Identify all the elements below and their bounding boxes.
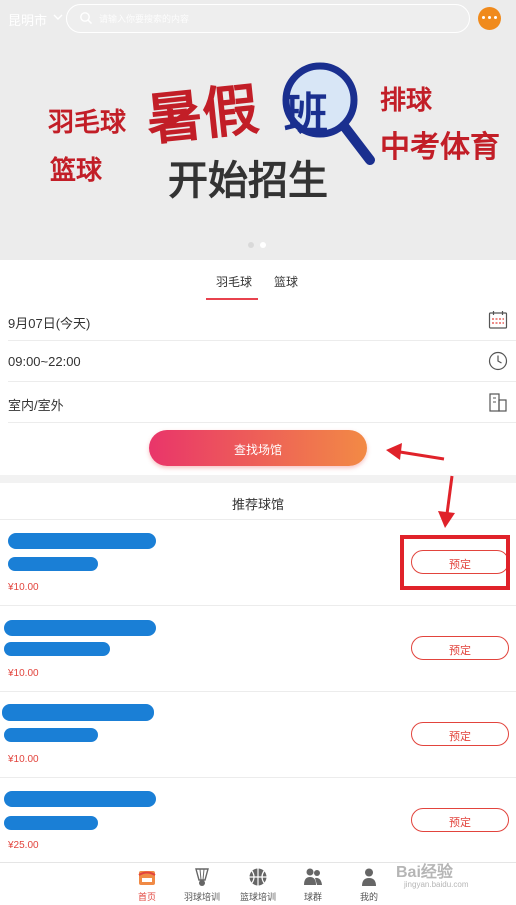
find-venue-label: 查找场馆 bbox=[233, 443, 282, 457]
watermark-url: jingyan.baidu.com bbox=[404, 880, 469, 889]
tab-basketball[interactable]: 篮球 bbox=[274, 273, 298, 290]
carousel-indicator bbox=[246, 242, 270, 248]
date-value: 9月07日(今天) bbox=[8, 316, 91, 331]
basketball-icon bbox=[249, 868, 267, 886]
nav-label: 首页 bbox=[137, 892, 156, 902]
watermark-brand: Bai经验 bbox=[396, 864, 453, 881]
person-icon bbox=[362, 868, 376, 886]
banner-word-enrollment: 开始招生 bbox=[168, 158, 328, 204]
venue-item[interactable]: ¥25.00 预定 bbox=[0, 778, 516, 864]
time-value: 09:00~22:00 bbox=[8, 354, 81, 369]
nav-label: 篮球培训 bbox=[239, 892, 276, 902]
recommended-title: 推荐球馆 bbox=[231, 497, 284, 512]
clock-icon bbox=[488, 351, 508, 371]
arrow-left-icon bbox=[386, 443, 402, 460]
building-icon bbox=[489, 393, 507, 412]
redaction-mark bbox=[4, 816, 98, 830]
banner-word-summer: 暑假 bbox=[143, 77, 262, 154]
chevron-down-icon[interactable] bbox=[53, 12, 63, 22]
carousel-dot-active[interactable] bbox=[260, 242, 266, 248]
banner-word-class: 班 bbox=[284, 89, 328, 140]
location-value: 室内/室外 bbox=[8, 398, 64, 413]
redaction-mark bbox=[4, 642, 110, 656]
venue-item[interactable]: ¥10.00 预定 bbox=[0, 606, 516, 692]
redaction-mark bbox=[2, 704, 154, 721]
redaction-mark bbox=[8, 557, 98, 571]
nav-label: 羽球培训 bbox=[183, 892, 220, 902]
sport-tabs: 羽毛球 篮球 bbox=[0, 260, 516, 300]
carousel-dot[interactable] bbox=[248, 242, 254, 248]
venue-item[interactable]: ¥10.00 预定 bbox=[0, 520, 516, 606]
nav-item-mine[interactable]: 我的 bbox=[344, 865, 394, 905]
redaction-mark bbox=[4, 620, 156, 636]
banner-word-basketball: 篮球 bbox=[50, 156, 103, 186]
book-button[interactable]: 预定 bbox=[411, 636, 509, 660]
group-icon bbox=[304, 868, 322, 885]
venue-price: ¥10.00 bbox=[8, 668, 39, 679]
book-button[interactable]: 预定 bbox=[411, 722, 509, 746]
book-label: 预定 bbox=[449, 645, 471, 657]
message-button[interactable] bbox=[478, 7, 501, 30]
book-label: 预定 bbox=[449, 559, 471, 571]
search-input[interactable]: 请输入你要搜索的内容 bbox=[66, 4, 470, 33]
book-button[interactable]: 预定 bbox=[411, 550, 509, 574]
nav-item-basketball-training[interactable]: 篮球培训 bbox=[233, 865, 283, 905]
venue-price: ¥10.00 bbox=[8, 754, 39, 765]
search-placeholder: 请输入你要搜索的内容 bbox=[99, 14, 190, 24]
redaction-mark bbox=[4, 728, 98, 742]
banner-word-badminton: 羽毛球 bbox=[48, 108, 127, 138]
banner-word-volleyball: 排球 bbox=[380, 86, 433, 116]
book-button[interactable]: 预定 bbox=[411, 808, 509, 832]
chat-bubble-icon bbox=[482, 16, 497, 21]
nav-item-groups[interactable]: 球群 bbox=[288, 865, 338, 905]
location-row[interactable]: 室内/室外 bbox=[8, 382, 516, 423]
venue-item[interactable]: ¥10.00 预定 bbox=[0, 692, 516, 778]
city-selector[interactable]: 昆明市 bbox=[8, 10, 47, 29]
tab-badminton[interactable]: 羽毛球 bbox=[216, 273, 252, 290]
date-row[interactable]: 9月07日(今天) bbox=[8, 300, 516, 341]
calendar-icon bbox=[488, 311, 508, 329]
nav-item-home[interactable]: 首页 bbox=[122, 865, 172, 905]
shuttlecock-icon bbox=[195, 868, 209, 886]
home-icon bbox=[138, 871, 156, 885]
venue-price: ¥25.00 bbox=[8, 840, 39, 851]
venue-price: ¥10.00 bbox=[8, 582, 39, 593]
find-venue-button[interactable]: 查找场馆 bbox=[149, 430, 367, 466]
book-label: 预定 bbox=[449, 731, 471, 743]
redaction-mark bbox=[4, 791, 156, 807]
search-icon bbox=[80, 12, 92, 24]
top-bar: 昆明市 请输入你要搜索的内容 bbox=[0, 0, 516, 38]
section-divider bbox=[0, 475, 516, 483]
nav-label: 我的 bbox=[359, 892, 378, 902]
nav-item-badminton-training[interactable]: 羽球培训 bbox=[177, 865, 227, 905]
nav-label: 球群 bbox=[303, 892, 322, 902]
redaction-mark bbox=[8, 533, 156, 549]
promo-banner[interactable]: 羽毛球 篮球 暑假 班 开始招生 排球 中考体育 昆明市 请输入你要搜索的内容 bbox=[0, 0, 516, 260]
book-label: 预定 bbox=[449, 817, 471, 829]
time-row[interactable]: 09:00~22:00 bbox=[8, 341, 516, 382]
banner-word-exam-pe: 中考体育 bbox=[380, 130, 500, 165]
